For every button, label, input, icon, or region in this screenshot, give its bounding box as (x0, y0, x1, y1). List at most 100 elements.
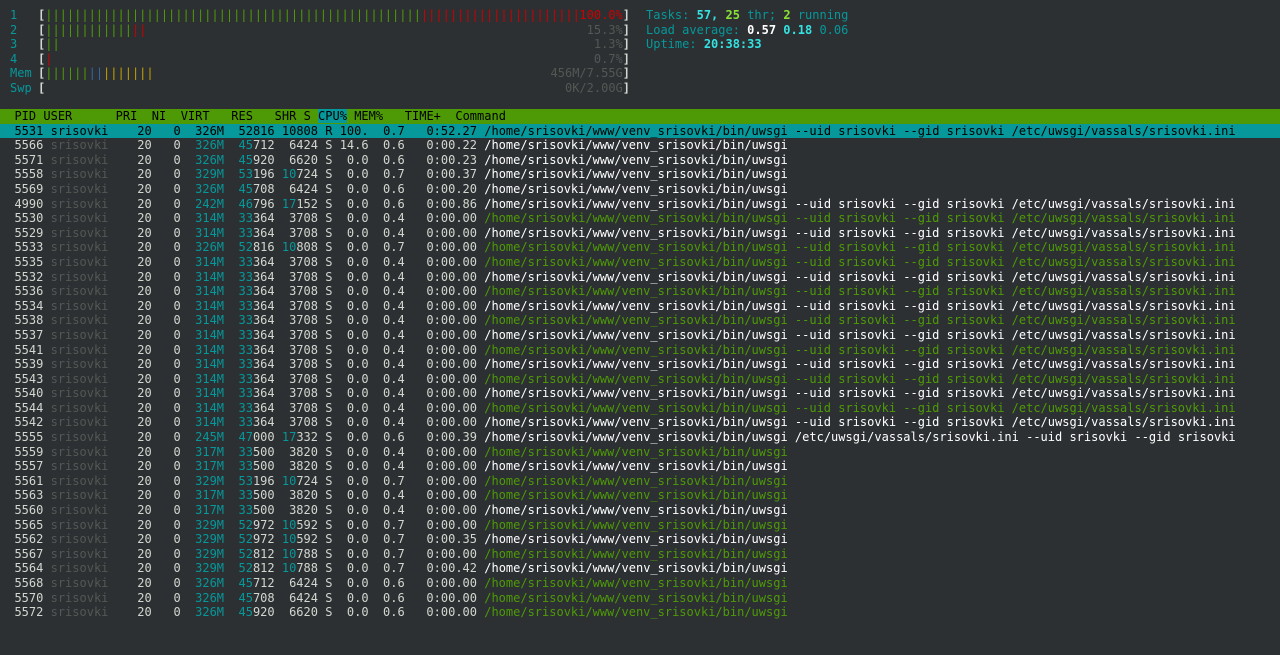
process-row[interactable]: 5568 srisovki 20 0 326M 45712 6424 S 0.0… (0, 576, 1280, 591)
process-nice: 0 (173, 225, 181, 240)
process-row[interactable]: 5555 srisovki 20 0 245M 47000 17332 S 0.… (0, 430, 1280, 445)
tasks-running-label: running (797, 8, 849, 22)
process-cpu: 0.0 (346, 590, 369, 605)
process-row[interactable]: 5543 srisovki 20 0 314M 33364 3708 S 0.0… (0, 372, 1280, 387)
cpu-meter-close-bracket: ] (622, 22, 630, 37)
mem-meter-bar: |||||| || ||||||| (45, 66, 154, 81)
process-row[interactable]: 5542 srisovki 20 0 314M 33364 3708 S 0.0… (0, 415, 1280, 430)
process-row[interactable]: 5536 srisovki 20 0 314M 33364 3708 S 0.0… (0, 284, 1280, 299)
process-pid: 5557 (14, 459, 44, 474)
process-row[interactable]: 5562 srisovki 20 0 329M 52972 10592 S 0.… (0, 532, 1280, 547)
process-row[interactable]: 5539 srisovki 20 0 314M 33364 3708 S 0.0… (0, 357, 1280, 372)
process-row[interactable]: 5541 srisovki 20 0 314M 33364 3708 S 0.0… (0, 343, 1280, 358)
process-state: S (325, 254, 333, 269)
process-virt: 326M (195, 152, 225, 167)
header-command[interactable]: Command (455, 109, 506, 123)
process-shr-low: 788 (296, 561, 318, 576)
process-pid: 5532 (14, 269, 44, 284)
process-row[interactable]: 5540 srisovki 20 0 314M 33364 3708 S 0.0… (0, 386, 1280, 401)
process-priority: 20 (137, 357, 152, 372)
header-ni[interactable]: NI (152, 109, 166, 123)
process-row[interactable]: 5559 srisovki 20 0 317M 33500 3820 S 0.0… (0, 445, 1280, 460)
process-args: --uid srisovki --gid srisovki /etc/uwsgi… (794, 123, 1236, 138)
process-row[interactable]: 5561 srisovki 20 0 329M 53196 10724 S 0.… (0, 474, 1280, 489)
process-row[interactable]: 5544 srisovki 20 0 314M 33364 3708 S 0.0… (0, 401, 1280, 416)
process-cpu: 0.0 (346, 459, 369, 474)
process-shr-high: 10 (281, 473, 297, 488)
process-mem: 0.6 (383, 138, 405, 153)
swp-meter: Swp [0K/2.00G] (10, 81, 630, 96)
process-row[interactable]: 5531 srisovki 20 0 326M 52816 10808 R 10… (0, 123, 1280, 139)
process-row[interactable]: 5538 srisovki 20 0 314M 33364 3708 S 0.0… (0, 313, 1280, 328)
process-res-low: 920 (252, 152, 275, 167)
process-res-low: 364 (252, 254, 275, 269)
cpu-meter-close-bracket: ] (622, 8, 630, 22)
process-priority: 20 (137, 473, 152, 488)
process-command: /home/srisovki/www/venv_srisovki/bin/uws… (484, 298, 788, 313)
process-shr-high: 17 (281, 196, 297, 211)
header-cpu-sorted[interactable]: CPU% (318, 109, 347, 123)
process-shr-low: 3708 (289, 342, 318, 357)
process-pid: 5543 (14, 371, 44, 386)
process-user: srisovki (50, 430, 109, 445)
process-virt: 242M (195, 196, 225, 211)
process-time: 0:00.00 (426, 284, 477, 299)
header-pid[interactable]: PID (0, 109, 36, 123)
process-row[interactable]: 5530 srisovki 20 0 314M 33364 3708 S 0.0… (0, 211, 1280, 226)
process-cpu: 0.0 (346, 225, 369, 240)
process-row[interactable]: 5557 srisovki 20 0 317M 33500 3820 S 0.0… (0, 459, 1280, 474)
process-row[interactable]: 4990 srisovki 20 0 242M 46796 17152 S 0.… (0, 197, 1280, 212)
process-res-high: 45 (238, 605, 253, 620)
process-row[interactable]: 5567 srisovki 20 0 329M 52812 10788 S 0.… (0, 547, 1280, 562)
process-row[interactable]: 5535 srisovki 20 0 314M 33364 3708 S 0.0… (0, 255, 1280, 270)
header-mem[interactable]: MEM% (354, 109, 383, 123)
process-cpu: 0.0 (346, 444, 369, 459)
process-row[interactable]: 5570 srisovki 20 0 326M 45708 6424 S 0.0… (0, 591, 1280, 606)
process-shr-low: 3708 (289, 415, 318, 430)
header-time[interactable]: TIME+ (405, 109, 441, 123)
process-row[interactable]: 5558 srisovki 20 0 329M 53196 10724 S 0.… (0, 167, 1280, 182)
process-args: --uid srisovki --gid srisovki /etc/uwsgi… (794, 327, 1236, 342)
header-pri[interactable]: PRI (116, 109, 138, 123)
header-state[interactable]: S (304, 109, 311, 123)
process-row[interactable]: 5569 srisovki 20 0 326M 45708 6424 S 0.0… (0, 182, 1280, 197)
process-res-high: 46 (238, 196, 253, 211)
process-user: srisovki (50, 488, 109, 503)
process-pid: 5561 (14, 473, 44, 488)
process-row[interactable]: 5532 srisovki 20 0 314M 33364 3708 S 0.0… (0, 270, 1280, 285)
process-command: /home/srisovki/www/venv_srisovki/bin/uws… (484, 546, 788, 561)
process-res-low: 364 (252, 415, 275, 430)
load-average-1: 0.57 (747, 22, 777, 37)
load-average-5: 0.18 (783, 22, 813, 37)
process-table-header[interactable]: PID USER PRI NI VIRT RES SHR S CPU% MEM%… (0, 109, 1280, 124)
process-time: 0:00.35 (426, 532, 478, 547)
process-row[interactable]: 5533 srisovki 20 0 326M 52816 10808 S 0.… (0, 240, 1280, 255)
process-nice: 0 (173, 284, 181, 299)
process-row[interactable]: 5565 srisovki 20 0 329M 52972 10592 S 0.… (0, 518, 1280, 533)
process-row[interactable]: 5537 srisovki 20 0 314M 33364 3708 S 0.0… (0, 328, 1280, 343)
process-row[interactable]: 5566 srisovki 20 0 326M 45712 6424 S 14.… (0, 138, 1280, 153)
tasks-running: 2 (783, 8, 791, 22)
process-command: /home/srisovki/www/venv_srisovki/bin/uws… (484, 444, 788, 459)
process-row[interactable]: 5534 srisovki 20 0 314M 33364 3708 S 0.0… (0, 299, 1280, 314)
process-mem: 0.4 (383, 327, 405, 342)
process-res-low: 500 (252, 503, 275, 518)
cpu-meter-value: 0.7% (593, 51, 623, 66)
header-res[interactable]: RES (231, 109, 253, 123)
process-virt: 245M (195, 430, 225, 445)
process-nice: 0 (173, 138, 181, 153)
process-user: srisovki (50, 269, 109, 284)
header-user[interactable]: USER (43, 109, 72, 123)
cpu-meter-label: 3 (10, 37, 18, 52)
header-shr[interactable]: SHR (275, 109, 297, 123)
process-user: srisovki (50, 211, 109, 226)
process-res-high: 45 (238, 576, 253, 590)
process-row[interactable]: 5560 srisovki 20 0 317M 33500 3820 S 0.0… (0, 503, 1280, 518)
process-row[interactable]: 5572 srisovki 20 0 326M 45920 6620 S 0.0… (0, 605, 1280, 620)
process-row[interactable]: 5563 srisovki 20 0 317M 33500 3820 S 0.0… (0, 488, 1280, 503)
process-row[interactable]: 5571 srisovki 20 0 326M 45920 6620 S 0.0… (0, 153, 1280, 168)
process-row[interactable]: 5564 srisovki 20 0 329M 52812 10788 S 0.… (0, 561, 1280, 576)
cpu-meter-4: 4 [| 0.7%] (10, 52, 630, 67)
header-virt[interactable]: VIRT (181, 109, 210, 123)
process-row[interactable]: 5529 srisovki 20 0 314M 33364 3708 S 0.0… (0, 226, 1280, 241)
